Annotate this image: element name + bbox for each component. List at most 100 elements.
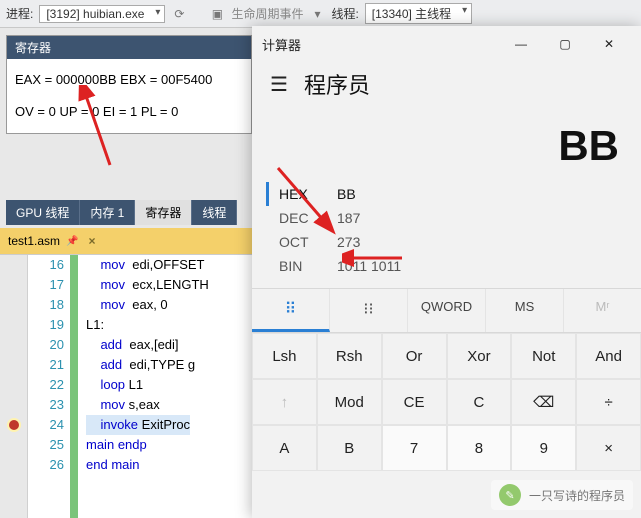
thread-label: 线程:: [331, 5, 358, 22]
base-bin[interactable]: BIN 1011 1011: [266, 254, 627, 278]
code-line[interactable]: mov eax, 0: [86, 295, 252, 315]
thread-dropdown[interactable]: [13340] 主线程: [365, 3, 472, 24]
change-marker-gutter: [70, 255, 78, 518]
registers-line1: EAX = 000000BB EBX = 00F5400: [15, 69, 243, 91]
key-and[interactable]: And: [576, 333, 641, 379]
base-oct-value: 273: [337, 234, 360, 250]
process-label: 进程:: [6, 5, 33, 22]
keypad-mode-icon[interactable]: ⠿: [252, 289, 330, 332]
mode-label: 程序员: [304, 68, 370, 100]
line-number-gutter: 1617181920212223242526: [28, 255, 70, 518]
close-icon[interactable]: ×: [88, 234, 95, 248]
dropdown-icon[interactable]: ▾: [309, 6, 325, 22]
key-rsh[interactable]: Rsh: [317, 333, 382, 379]
file-tab[interactable]: test1.asm 📌 ×: [0, 230, 104, 252]
breakpoint-gutter[interactable]: [0, 255, 28, 518]
vs-toolbar: 进程: [3192] huibian.exe ⟳ ▣ 生命周期事件 ▾ 线程: …: [0, 0, 641, 28]
code-line[interactable]: add edi,TYPE g: [86, 355, 252, 375]
key-c[interactable]: C: [447, 379, 512, 425]
key-lsh[interactable]: Lsh: [252, 333, 317, 379]
line-number: 21: [28, 355, 64, 375]
key-8[interactable]: 8: [447, 425, 512, 471]
code-body[interactable]: mov edi,OFFSET mov ecx,LENGTH mov eax, 0…: [78, 255, 252, 518]
code-line[interactable]: L1:: [86, 315, 252, 335]
line-number: 17: [28, 275, 64, 295]
bit-toggle-mode-icon[interactable]: ⁝⁝: [330, 289, 408, 332]
memory-store-button[interactable]: MS: [486, 289, 564, 332]
breakpoint-icon[interactable]: [7, 418, 21, 432]
code-editor[interactable]: 1617181920212223242526 mov edi,OFFSET mo…: [0, 254, 252, 518]
pin-icon[interactable]: 📌: [66, 236, 78, 247]
key-[interactable]: ÷: [576, 379, 641, 425]
key-[interactable]: ×: [576, 425, 641, 471]
line-number: 18: [28, 295, 64, 315]
base-hex-value: BB: [337, 186, 356, 202]
watermark: ✎ 一只写诗的程序员: [491, 480, 633, 510]
line-number: 26: [28, 455, 64, 475]
memory-recall-button[interactable]: Mʳ: [564, 289, 641, 332]
panel-tab[interactable]: 内存 1: [80, 200, 135, 225]
base-oct[interactable]: OCT 273: [266, 230, 627, 254]
base-dec[interactable]: DEC 187: [266, 206, 627, 230]
key-[interactable]: ↑: [252, 379, 317, 425]
key-b[interactable]: B: [317, 425, 382, 471]
code-line[interactable]: mov ecx,LENGTH: [86, 275, 252, 295]
key-7[interactable]: 7: [382, 425, 447, 471]
code-line[interactable]: mov edi,OFFSET: [86, 255, 252, 275]
lifecycle-icon[interactable]: ▣: [209, 6, 225, 22]
line-number: 23: [28, 395, 64, 415]
keypad: LshRshOrXorNotAnd ↑ModCEC⌫÷ AB789×: [252, 333, 641, 471]
line-number: 16: [28, 255, 64, 275]
base-dec-label: DEC: [279, 210, 319, 226]
registers-body: EAX = 000000BB EBX = 00F5400 OV = 0 UP =…: [7, 59, 251, 133]
file-tab-name: test1.asm: [8, 234, 60, 248]
registers-line2: OV = 0 UP = 0 EI = 1 PL = 0: [15, 101, 243, 123]
line-number: 22: [28, 375, 64, 395]
code-line[interactable]: main endp: [86, 435, 252, 455]
refresh-icon[interactable]: ⟳: [171, 6, 187, 22]
line-number: 19: [28, 315, 64, 335]
base-hex[interactable]: HEX BB: [266, 182, 627, 206]
calculator-titlebar[interactable]: 计算器 — ▢ ✕: [252, 26, 641, 62]
panel-tab[interactable]: 线程: [192, 200, 237, 225]
line-number: 24: [28, 415, 64, 435]
base-bin-label: BIN: [279, 258, 319, 274]
registers-panel: 寄存器 EAX = 000000BB EBX = 00F5400 OV = 0 …: [6, 35, 252, 134]
code-line[interactable]: end main: [86, 455, 252, 475]
key-xor[interactable]: Xor: [447, 333, 512, 379]
registers-title: 寄存器: [7, 36, 251, 59]
code-line[interactable]: add eax,[edi]: [86, 335, 252, 355]
lifecycle-label: 生命周期事件: [231, 5, 303, 22]
key-9[interactable]: 9: [511, 425, 576, 471]
minimize-button[interactable]: —: [499, 29, 543, 59]
key-[interactable]: ⌫: [511, 379, 576, 425]
panel-tab[interactable]: 寄存器: [135, 200, 192, 225]
key-ce[interactable]: CE: [382, 379, 447, 425]
maximize-button[interactable]: ▢: [543, 29, 587, 59]
calculator-title: 计算器: [262, 35, 301, 54]
hamburger-icon[interactable]: ☰: [270, 72, 288, 97]
base-hex-label: HEX: [279, 186, 319, 202]
panel-tab-row: GPU 线程内存 1寄存器线程: [6, 200, 237, 225]
calculator-window: 计算器 — ▢ ✕ ☰ 程序员 BB HEX BB DEC 187 OCT 27…: [252, 26, 641, 518]
close-button[interactable]: ✕: [587, 29, 631, 59]
process-dropdown[interactable]: [3192] huibian.exe: [39, 5, 165, 23]
code-line[interactable]: invoke ExitProc: [86, 415, 252, 435]
panel-tab[interactable]: GPU 线程: [6, 200, 80, 225]
key-mod[interactable]: Mod: [317, 379, 382, 425]
base-list: HEX BB DEC 187 OCT 273 BIN 1011 1011: [252, 178, 641, 288]
base-bin-value: 1011 1011: [337, 258, 401, 274]
calc-toolbar: ⠿ ⁝⁝ QWORD MS Mʳ: [252, 288, 641, 333]
word-size-button[interactable]: QWORD: [408, 289, 486, 332]
watermark-logo-icon: ✎: [499, 484, 521, 506]
base-oct-label: OCT: [279, 234, 319, 250]
code-line[interactable]: mov s,eax: [86, 395, 252, 415]
key-a[interactable]: A: [252, 425, 317, 471]
line-number: 20: [28, 335, 64, 355]
key-not[interactable]: Not: [511, 333, 576, 379]
key-or[interactable]: Or: [382, 333, 447, 379]
base-dec-value: 187: [337, 210, 360, 226]
calculator-mode-row: ☰ 程序员: [252, 62, 641, 108]
file-tab-bar: test1.asm 📌 ×: [0, 228, 252, 254]
code-line[interactable]: loop L1: [86, 375, 252, 395]
